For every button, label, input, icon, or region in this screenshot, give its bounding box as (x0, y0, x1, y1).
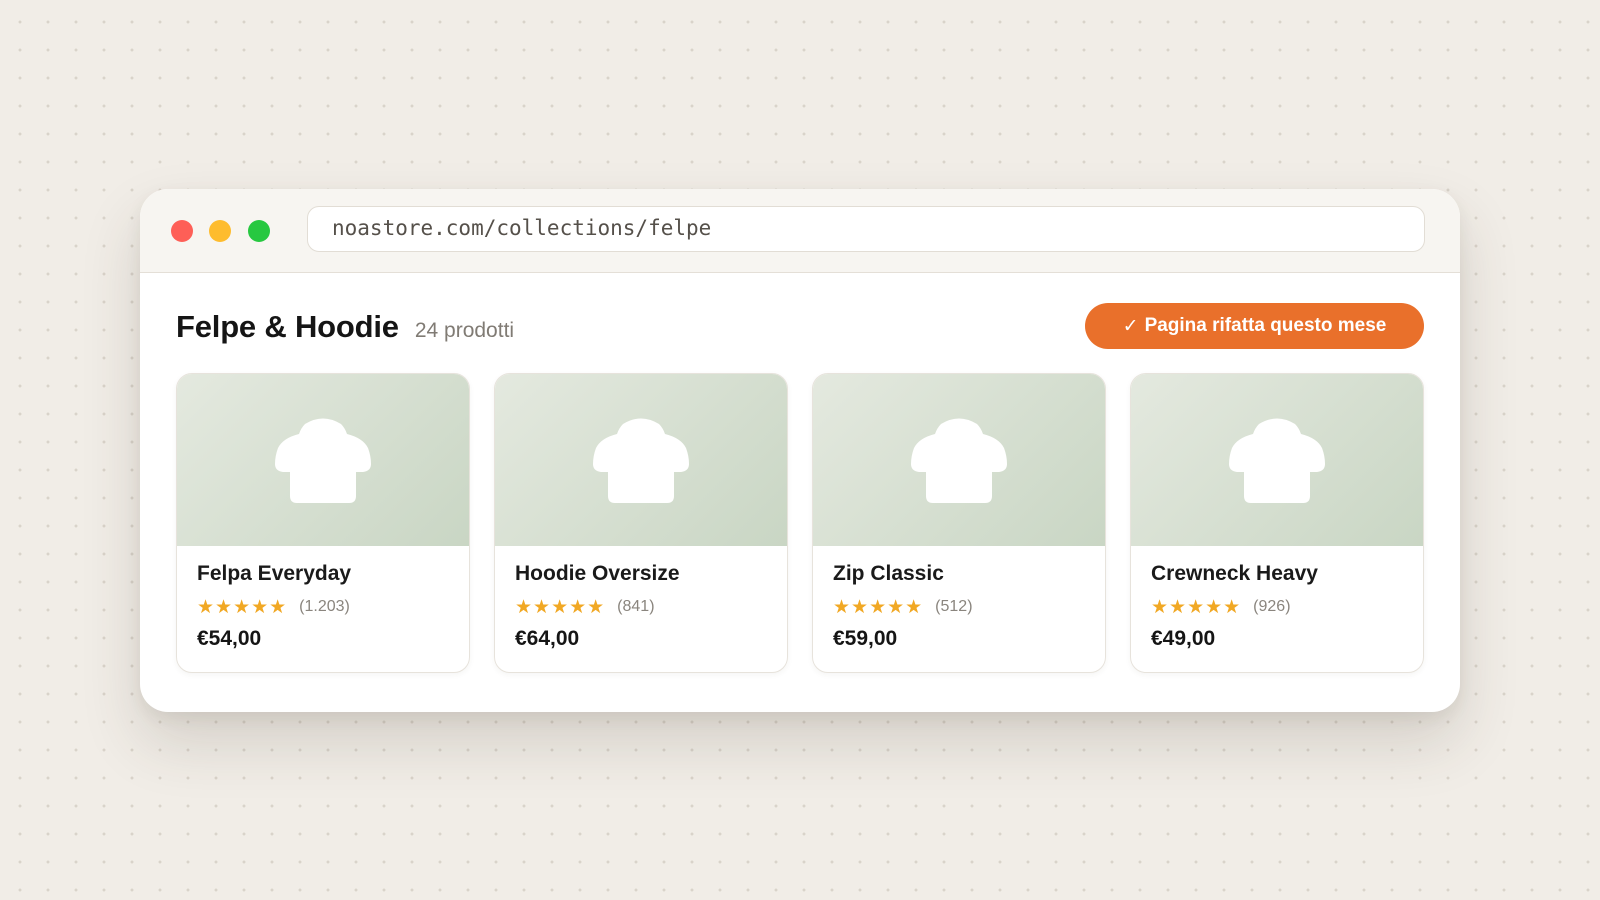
sweatshirt-icon (275, 418, 371, 503)
minimize-window-button[interactable] (209, 220, 231, 242)
product-info: Zip Classic ★★★★★ (512) €59,00 (813, 546, 1105, 651)
browser-titlebar: noastore.com/collections/felpe (140, 189, 1460, 273)
product-name[interactable]: Zip Classic (833, 562, 1085, 586)
product-rating: ★★★★★ (1.203) (197, 596, 449, 618)
maximize-window-button[interactable] (248, 220, 270, 242)
product-image[interactable] (177, 374, 469, 546)
page-heading: Felpe & Hoodie 24 prodotti (176, 309, 514, 345)
address-bar[interactable]: noastore.com/collections/felpe (307, 206, 1425, 252)
product-card[interactable]: Felpa Everyday ★★★★★ (1.203) €54,00 (176, 373, 470, 673)
product-info: Felpa Everyday ★★★★★ (1.203) €54,00 (177, 546, 469, 651)
product-name[interactable]: Hoodie Oversize (515, 562, 767, 586)
product-name[interactable]: Crewneck Heavy (1151, 562, 1403, 586)
star-rating-icon: ★★★★★ (197, 596, 288, 618)
star-rating-icon: ★★★★★ (833, 596, 924, 618)
product-price: €49,00 (1151, 627, 1216, 650)
product-card[interactable]: Zip Classic ★★★★★ (512) €59,00 (812, 373, 1106, 673)
star-rating-icon: ★★★★★ (1151, 596, 1242, 618)
product-image[interactable] (495, 374, 787, 546)
sweatshirt-icon (1229, 418, 1325, 503)
product-info: Hoodie Oversize ★★★★★ (841) €64,00 (495, 546, 787, 651)
product-image[interactable] (1131, 374, 1423, 546)
review-count: (841) (617, 598, 655, 615)
product-info: Crewneck Heavy ★★★★★ (926) €49,00 (1131, 546, 1423, 651)
product-card[interactable]: Hoodie Oversize ★★★★★ (841) €64,00 (494, 373, 788, 673)
checkmark-icon: ✓ (1122, 315, 1139, 337)
product-rating: ★★★★★ (512) (833, 596, 1085, 618)
product-price: €54,00 (197, 627, 262, 650)
status-badge-label: Pagina rifatta questo mese (1144, 315, 1387, 336)
status-badge: ✓ Pagina rifatta questo mese (1085, 303, 1424, 349)
sweatshirt-icon (911, 418, 1007, 503)
product-card[interactable]: Crewneck Heavy ★★★★★ (926) €49,00 (1130, 373, 1424, 673)
product-rating: ★★★★★ (926) (1151, 596, 1403, 618)
review-count: (926) (1253, 598, 1291, 615)
product-grid: Felpa Everyday ★★★★★ (1.203) €54,00 Hood… (176, 373, 1424, 673)
product-rating: ★★★★★ (841) (515, 596, 767, 618)
review-count: (512) (935, 598, 973, 615)
review-count: (1.203) (299, 598, 350, 615)
product-count: 24 prodotti (414, 319, 515, 342)
sweatshirt-icon (593, 418, 689, 503)
product-image[interactable] (813, 374, 1105, 546)
collection-page: Felpe & Hoodie 24 prodotti ✓ Pagina rifa… (140, 273, 1460, 712)
page-title: Felpe & Hoodie (176, 309, 399, 344)
close-window-button[interactable] (171, 220, 193, 242)
product-name[interactable]: Felpa Everyday (197, 562, 449, 586)
product-price: €59,00 (833, 627, 898, 650)
browser-window: noastore.com/collections/felpe Felpe & H… (140, 189, 1460, 712)
product-price: €64,00 (515, 627, 580, 650)
star-rating-icon: ★★★★★ (515, 596, 606, 618)
